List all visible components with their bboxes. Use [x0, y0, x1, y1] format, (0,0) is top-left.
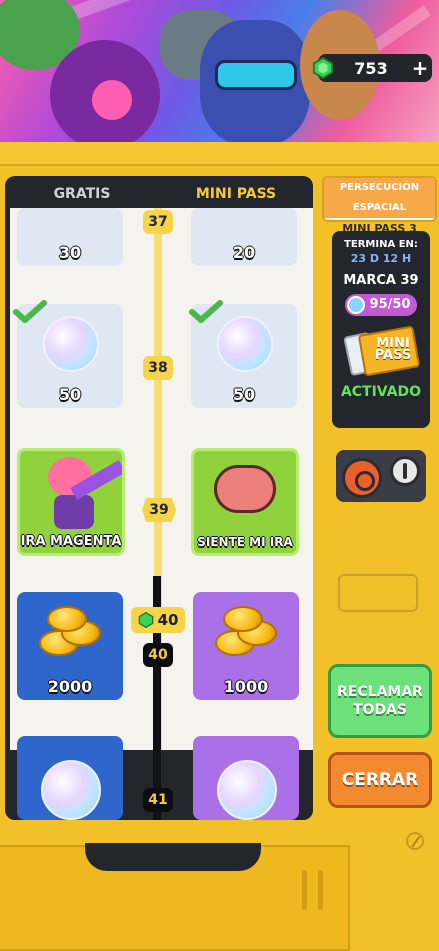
- track-header: GRATIS MINI PASS: [5, 176, 313, 208]
- tier-marker: MARCA 39: [343, 273, 419, 288]
- reward-amount: 30: [58, 243, 82, 262]
- reward-card-free[interactable]: 30: [17, 208, 123, 266]
- time-left: 23 D 12 H: [350, 252, 412, 265]
- reward-amount: 50: [58, 385, 82, 404]
- event-title-card: PERSECUCIÓN ESPACIAL MINI PASS 3: [322, 176, 437, 235]
- reward-name: IRA MAGENTA: [20, 534, 122, 549]
- skin-portrait-body: [54, 495, 94, 529]
- tier-number: 40: [143, 643, 173, 667]
- powerpoints-orb-icon: [217, 316, 273, 372]
- tier-unlock-cost-badge[interactable]: 40: [131, 607, 185, 633]
- tray-slit: [318, 870, 323, 910]
- tier-number: 37: [143, 210, 173, 234]
- reward-card-pass[interactable]: 20: [191, 208, 297, 266]
- red-dial-icon: [342, 458, 382, 498]
- ends-label: TERMINA EN:: [344, 239, 418, 250]
- angry-pin-icon: [214, 465, 276, 513]
- pass-status: ACTIVADO: [340, 384, 422, 400]
- reward-card-pass[interactable]: SIENTE MI IRA: [191, 448, 299, 556]
- reward-card-pass[interactable]: 1000: [193, 592, 299, 700]
- gem-count: 753: [354, 58, 388, 78]
- mini-pass-icon: MINI PASS: [341, 325, 421, 378]
- claimed-check-icon: [189, 300, 223, 323]
- claim-all-button[interactable]: RECLAMAR TODAS: [328, 664, 432, 738]
- brawlers-banner: 753 +: [0, 0, 439, 142]
- coin-slot: [338, 574, 418, 612]
- tier-number: 38: [143, 356, 173, 380]
- screw-icon: [406, 832, 424, 850]
- reward-amount: 2000: [47, 677, 93, 696]
- reward-amount: 20: [232, 243, 256, 262]
- pass-icon-text: MINI PASS: [374, 336, 412, 363]
- gem-icon: [312, 57, 334, 79]
- reward-amount: 50: [232, 385, 256, 404]
- tier-progress-bar: 95/50: [345, 294, 417, 316]
- powerpoints-orb-icon: [41, 760, 101, 820]
- gem-counter[interactable]: 753 +: [312, 54, 432, 82]
- claimed-check-icon: [13, 300, 47, 323]
- tray-opening: [85, 843, 261, 871]
- gem-cost: 40: [157, 611, 179, 629]
- free-column-title: GRATIS: [53, 186, 111, 202]
- powerpoints-orb-icon: [217, 760, 277, 820]
- tray-slit: [302, 870, 307, 910]
- coin-icon: [47, 606, 87, 632]
- tier-number-current: 39: [142, 498, 176, 522]
- progress-text: 95/50: [369, 297, 411, 312]
- machine-top-edge: [0, 142, 439, 166]
- reward-name: SIENTE MI IRA: [197, 535, 293, 549]
- gem-icon: [138, 612, 153, 628]
- gray-dial-icon: [390, 456, 420, 486]
- reward-amount: 1000: [223, 677, 269, 696]
- pass-info-card: TERMINA EN: 23 D 12 H MARCA 39 95/50 MIN…: [332, 231, 430, 428]
- tier-number: 41: [143, 788, 173, 812]
- machine-knobs: [336, 450, 426, 502]
- pass-column-title: MINI PASS: [195, 186, 277, 202]
- reward-card-free[interactable]: [17, 736, 123, 820]
- reward-card-free[interactable]: 2000: [17, 592, 123, 700]
- reward-track-panel[interactable]: GRATIS MINI PASS 30 20 37 50 50 38 IRA M…: [5, 176, 313, 820]
- reward-card-pass[interactable]: [193, 736, 299, 820]
- add-gems-button[interactable]: +: [408, 56, 432, 80]
- close-button[interactable]: CERRAR: [328, 752, 432, 808]
- powerpoints-orb-icon: [43, 316, 99, 372]
- coin-icon: [223, 606, 263, 632]
- brawler-eye-icon: [92, 80, 132, 120]
- goggles-icon: [215, 60, 297, 90]
- event-name: PERSECUCIÓN ESPACIAL: [324, 178, 435, 218]
- reward-card-free[interactable]: IRA MAGENTA: [17, 448, 125, 556]
